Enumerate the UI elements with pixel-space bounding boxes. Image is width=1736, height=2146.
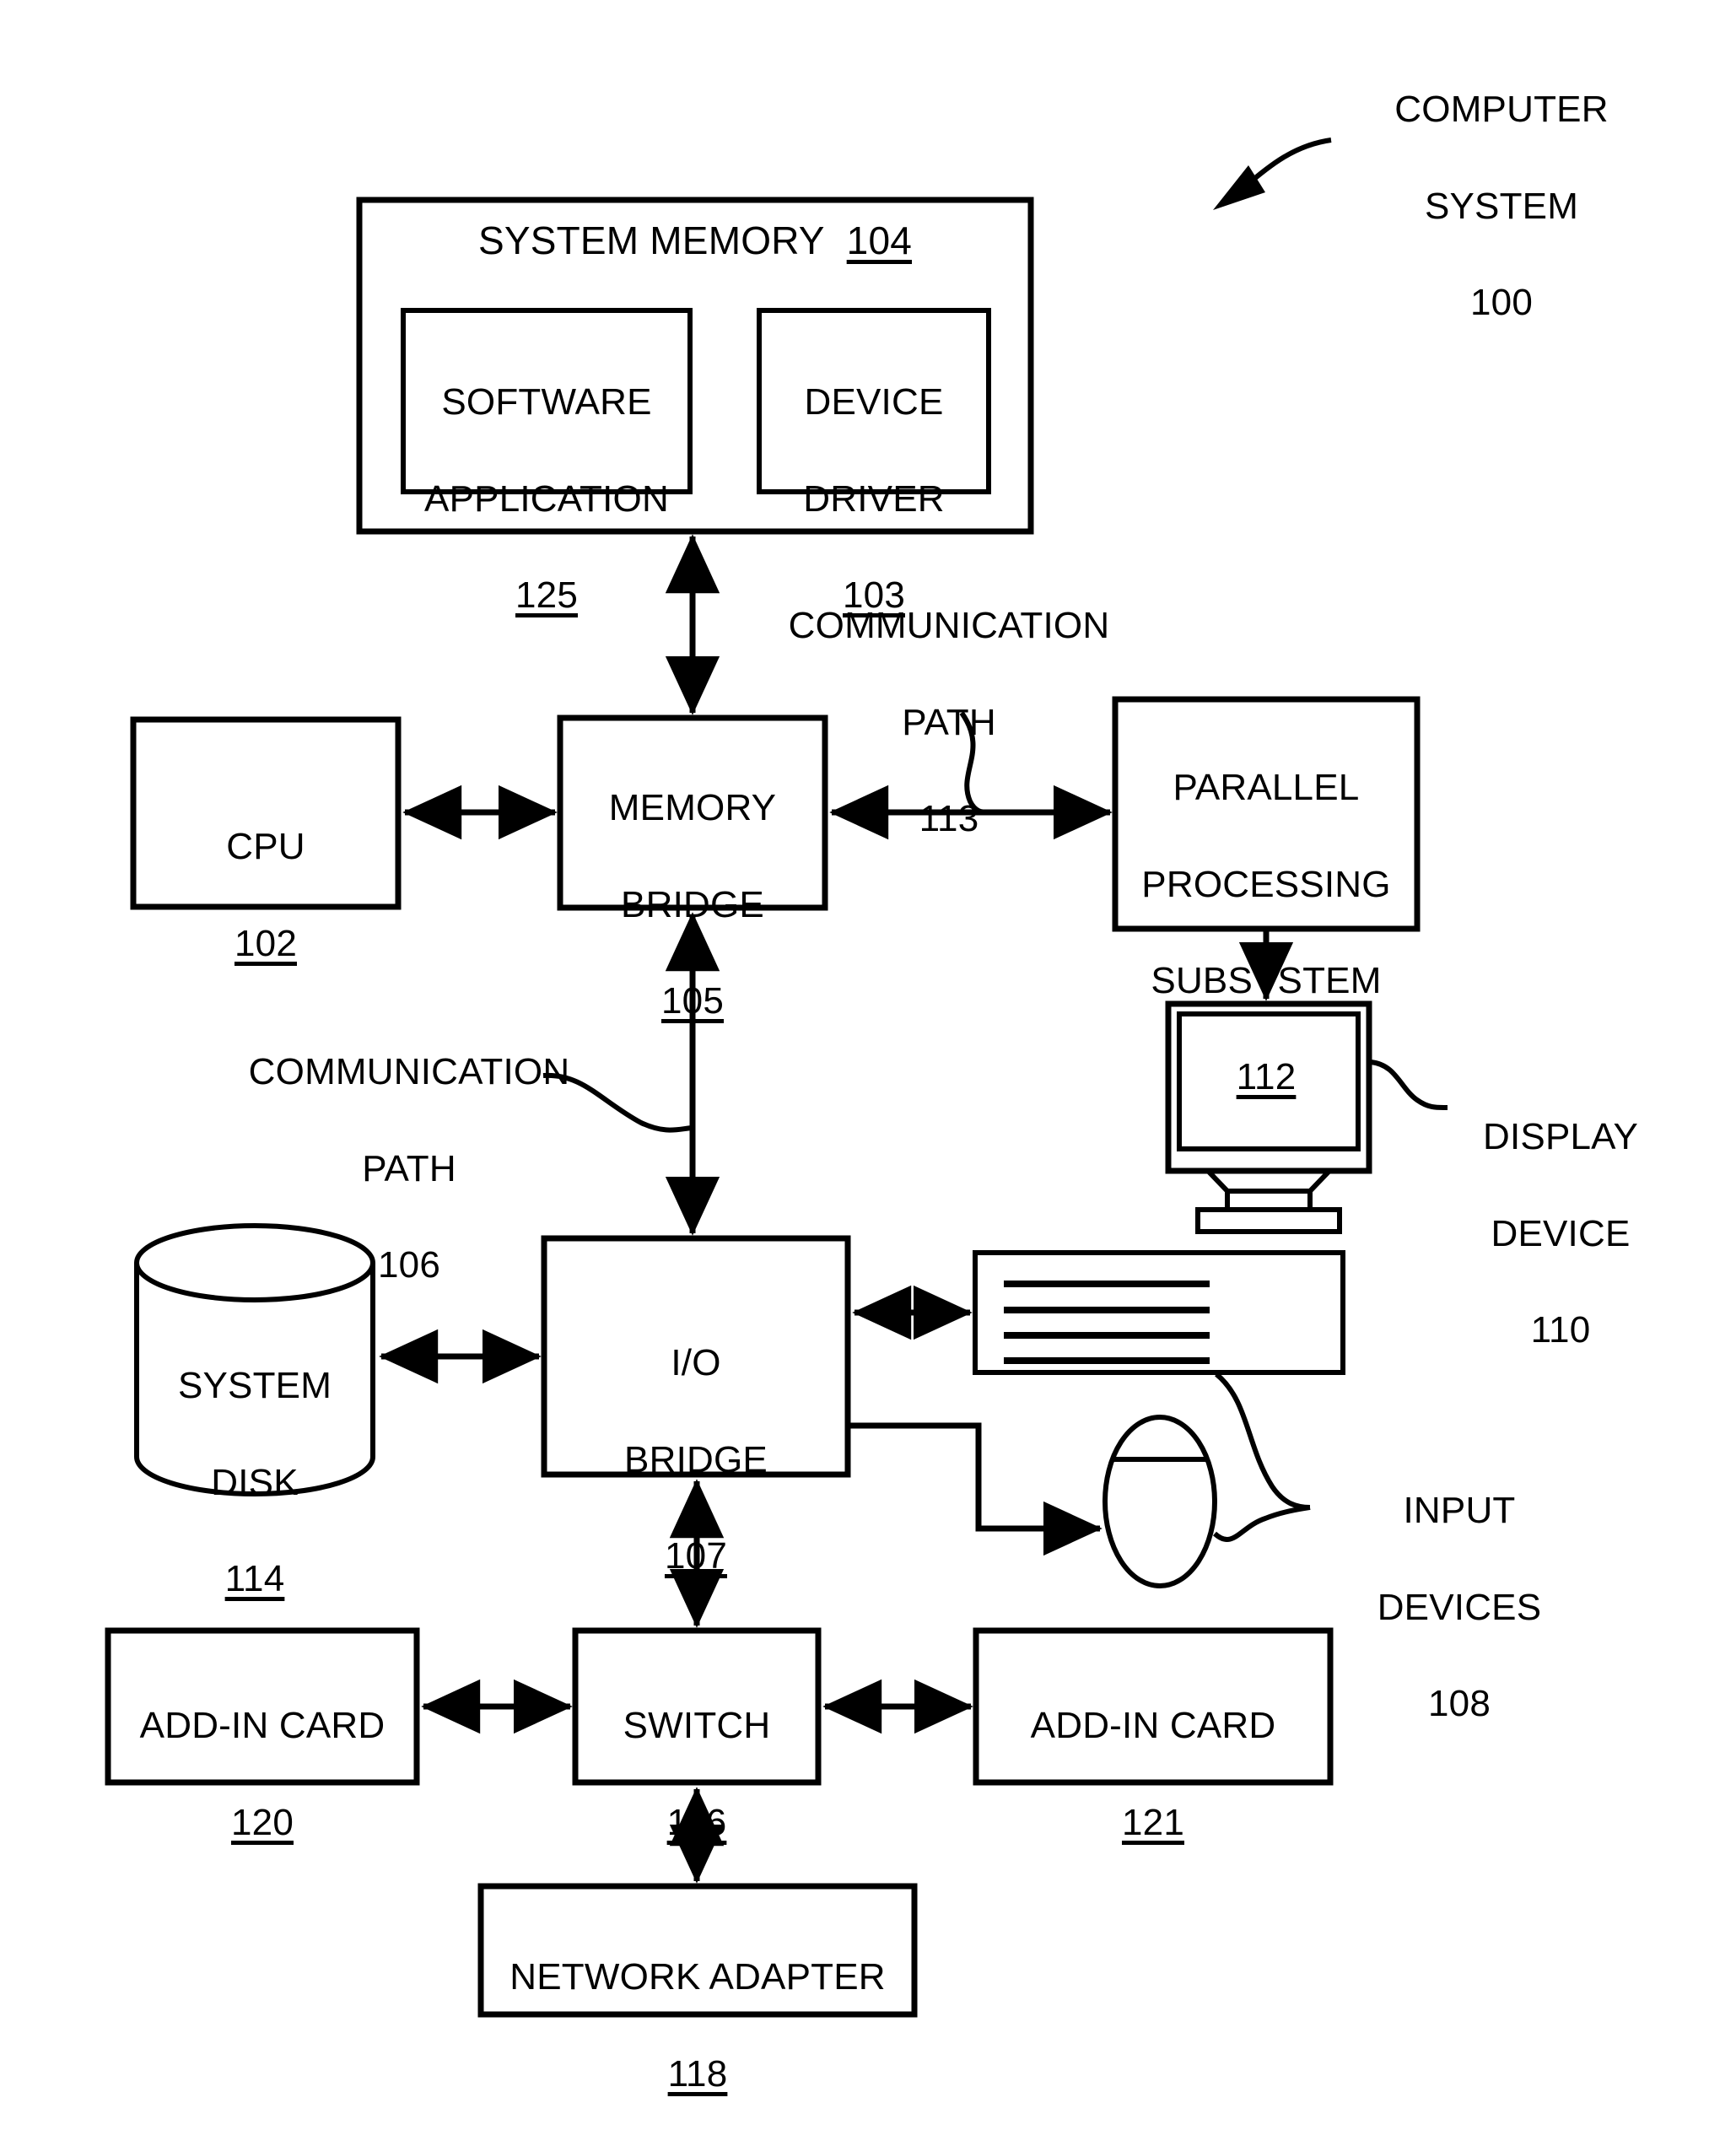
display-device-callout: DISPLAY DEVICE 110 bbox=[1426, 1065, 1696, 1402]
software-application-line-1: SOFTWARE bbox=[441, 381, 652, 423]
figure-title-callout: COMPUTER SYSTEM 100 bbox=[1324, 37, 1679, 375]
memory-bridge-line-1: MEMORY bbox=[608, 787, 777, 829]
parallel-processing-subsystem-label: PARALLEL PROCESSING SUBSYSTEM 112 bbox=[1115, 715, 1417, 1150]
add-in-card-left-label: ADD-IN CARD 120 bbox=[108, 1653, 417, 1895]
system-disk-label: SYSTEM DISK 114 bbox=[137, 1313, 373, 1651]
system-memory-title: SYSTEM MEMORY bbox=[477, 218, 825, 262]
pps-line-3: SUBSYSTEM bbox=[1151, 959, 1382, 1001]
memory-bridge-line-2: BRIDGE bbox=[621, 883, 764, 925]
leader-input-devices-keyboard bbox=[1215, 1372, 1311, 1510]
keyboard-key-lines bbox=[1004, 1281, 1210, 1364]
communication-path-106-callout: COMMUNICATION PATH 106 bbox=[228, 1000, 590, 1337]
communication-path-106-ref: 106 bbox=[377, 1243, 440, 1286]
add-in-card-left-ref: 120 bbox=[230, 1801, 294, 1843]
figure-title-ref: 100 bbox=[1469, 281, 1533, 323]
network-adapter-title: NETWORK ADAPTER bbox=[509, 1956, 886, 1998]
communication-path-106-line-1: COMMUNICATION bbox=[248, 1051, 570, 1093]
switch-label: SWITCH 116 bbox=[575, 1653, 818, 1895]
pps-line-1: PARALLEL bbox=[1173, 767, 1360, 809]
input-devices-callout: INPUT DEVICES 108 bbox=[1316, 1438, 1603, 1776]
memory-bridge-label: MEMORY BRIDGE 105 bbox=[560, 736, 825, 1073]
switch-title: SWITCH bbox=[623, 1705, 771, 1747]
software-application-label: SOFTWARE APPLICATION 125 bbox=[403, 330, 690, 667]
input-devices-line-2: DEVICES bbox=[1377, 1586, 1542, 1628]
communication-path-106-line-2: PATH bbox=[362, 1147, 456, 1189]
cpu-title: CPU bbox=[226, 826, 305, 868]
network-adapter-ref: 118 bbox=[667, 2052, 728, 2095]
add-in-card-right-ref: 121 bbox=[1121, 1801, 1184, 1843]
system-memory-ref: 104 bbox=[846, 218, 913, 262]
leader-input-devices-mouse bbox=[1212, 1505, 1311, 1542]
add-in-card-right-label: ADD-IN CARD 121 bbox=[976, 1653, 1330, 1895]
input-devices-ref: 108 bbox=[1427, 1682, 1491, 1724]
input-devices-line-1: INPUT bbox=[1403, 1490, 1516, 1532]
io-bridge-label: I/O BRIDGE 107 bbox=[544, 1291, 848, 1628]
pps-ref: 112 bbox=[1236, 1056, 1297, 1098]
display-device-ref: 110 bbox=[1530, 1308, 1591, 1351]
add-in-card-left-title: ADD-IN CARD bbox=[139, 1705, 385, 1747]
display-device-line-1: DISPLAY bbox=[1483, 1116, 1638, 1158]
system-disk-line-1: SYSTEM bbox=[177, 1365, 332, 1407]
cpu-label: CPU 102 bbox=[133, 774, 398, 1016]
mouse-icon bbox=[1103, 1415, 1217, 1588]
add-in-card-right-title: ADD-IN CARD bbox=[1030, 1705, 1276, 1747]
switch-ref: 116 bbox=[666, 1801, 727, 1843]
device-driver-line-1: DEVICE bbox=[804, 381, 944, 423]
communication-path-113-line-1: COMMUNICATION bbox=[788, 605, 1110, 647]
io-bridge-ref: 107 bbox=[664, 1534, 727, 1577]
pps-line-2: PROCESSING bbox=[1141, 863, 1391, 905]
device-driver-line-2: DRIVER bbox=[803, 477, 945, 520]
system-memory-label: SYSTEM MEMORY 104 bbox=[359, 216, 1031, 267]
cpu-ref: 102 bbox=[234, 922, 297, 964]
figure-title-line-1: COMPUTER bbox=[1394, 89, 1609, 131]
arrow-io-bridge-to-mouse bbox=[848, 1422, 1103, 1556]
system-disk-line-2: DISK bbox=[211, 1461, 299, 1503]
io-bridge-line-1: I/O bbox=[671, 1342, 721, 1384]
software-application-ref: 125 bbox=[515, 574, 578, 616]
memory-bridge-ref: 105 bbox=[660, 979, 724, 1022]
software-application-line-2: APPLICATION bbox=[424, 477, 669, 520]
network-adapter-label: NETWORK ADAPTER 118 bbox=[481, 1905, 914, 2146]
display-device-line-2: DEVICE bbox=[1491, 1212, 1631, 1254]
figure-title-line-2: SYSTEM bbox=[1424, 185, 1579, 227]
computer-system-arrowhead bbox=[1213, 165, 1265, 210]
system-disk-ref: 114 bbox=[224, 1557, 285, 1599]
patent-figure-canvas: COMPUTER SYSTEM 100 SYSTEM MEMORY 104 SOF… bbox=[0, 0, 1736, 2095]
io-bridge-line-2: BRIDGE bbox=[624, 1438, 768, 1480]
